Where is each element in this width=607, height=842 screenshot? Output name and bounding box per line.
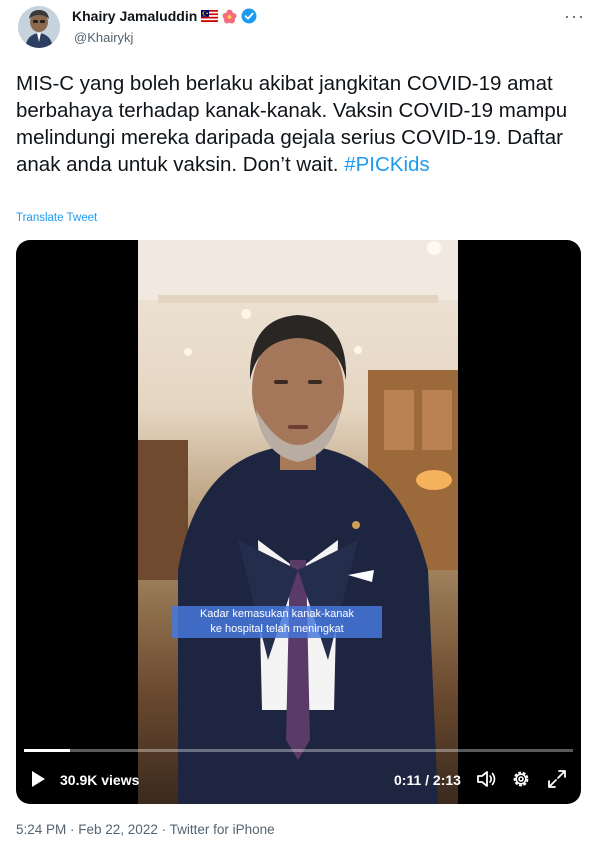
video-progress-fill <box>24 749 70 752</box>
fullscreen-icon[interactable] <box>546 768 568 790</box>
subtitle-line-1: Kadar kemasukan kanak-kanak <box>199 608 355 620</box>
translate-tweet-link[interactable]: Translate Tweet <box>16 212 97 224</box>
avatar-caricature-icon <box>18 6 60 48</box>
tweet-text: MIS-C yang boleh berlaku akibat jangkita… <box>16 70 596 178</box>
volume-icon[interactable] <box>475 768 497 790</box>
play-icon[interactable] <box>30 770 46 788</box>
avatar[interactable] <box>18 6 60 48</box>
video-controls: 30.9K views 0:11 / 2:13 <box>16 764 581 796</box>
more-options-icon[interactable]: ··· <box>564 6 585 27</box>
verified-badge-icon <box>241 8 257 24</box>
video-subtitle: Kadar kemasukan kanak-kanak ke hospital … <box>172 606 382 638</box>
hashtag-link[interactable]: #PICKids <box>344 153 429 176</box>
malaysia-flag-icon <box>201 10 219 22</box>
author-handle[interactable]: @Khairykj <box>74 30 133 45</box>
video-frame <box>138 240 458 804</box>
video-player[interactable]: Kadar kemasukan kanak-kanak ke hospital … <box>16 240 581 804</box>
tweet-timestamp-source[interactable]: 5:24 PM · Feb 22, 2022 · Twitter for iPh… <box>16 822 275 837</box>
video-scene-image <box>138 240 458 804</box>
subtitle-line-2: ke hospital telah meningkat <box>210 623 344 635</box>
hibiscus-icon <box>222 9 237 23</box>
video-time: 0:11 / 2:13 <box>394 772 461 788</box>
author-name-row: Khairy Jamaluddin <box>72 8 257 24</box>
video-progress-bar[interactable] <box>24 749 573 752</box>
settings-gear-icon[interactable] <box>510 768 532 790</box>
tweet-header: Khairy Jamaluddin @Khairykj ··· <box>0 0 607 60</box>
view-count: 30.9K views <box>60 772 140 788</box>
tweet-body: MIS-C yang boleh berlaku akibat jangkita… <box>16 72 568 176</box>
author-name[interactable]: Khairy Jamaluddin <box>72 8 197 24</box>
